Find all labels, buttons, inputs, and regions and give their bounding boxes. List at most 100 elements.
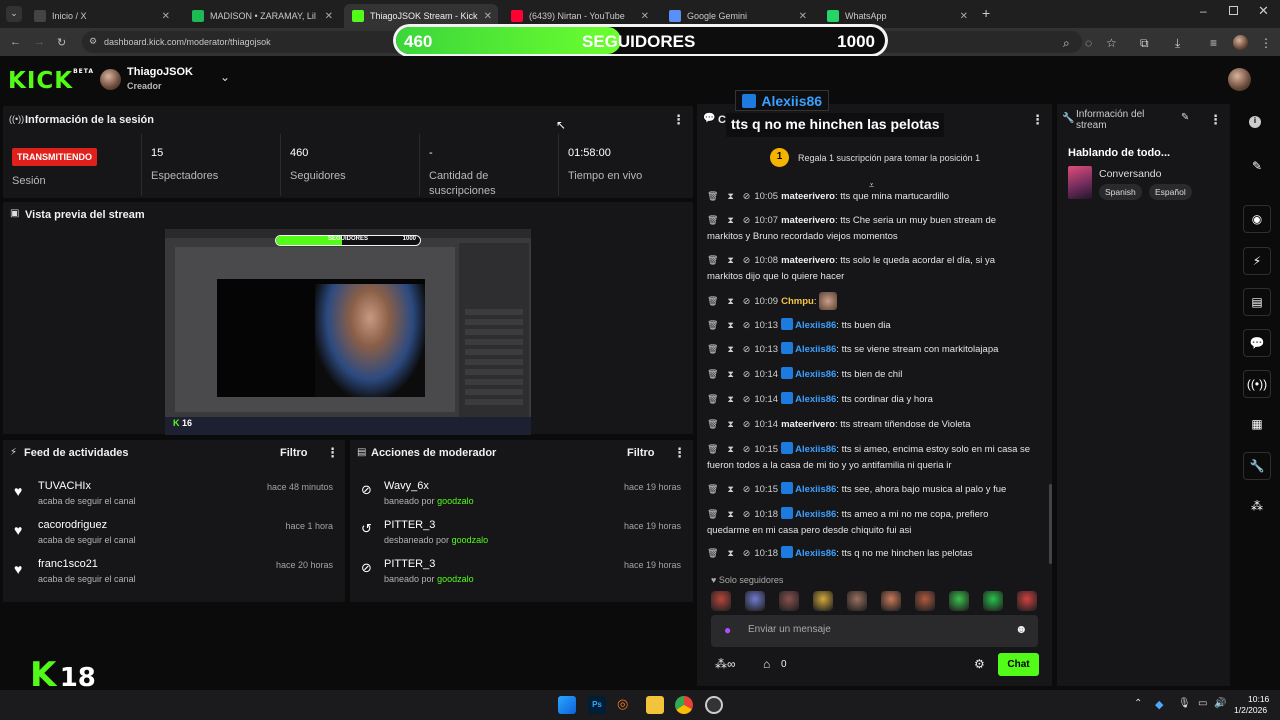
info-icon[interactable]: i xyxy=(1249,116,1261,128)
emote-button[interactable] xyxy=(1017,591,1037,611)
close-tab-icon[interactable]: ✕ xyxy=(325,11,333,22)
timeout-icon[interactable]: ⧗ xyxy=(727,296,733,306)
chat-username[interactable]: mateerivero xyxy=(781,419,835,430)
delete-icon[interactable]: 🗑 xyxy=(707,255,718,265)
mod-by-user[interactable]: goodzalo xyxy=(452,535,489,545)
category-name[interactable]: Conversando xyxy=(1099,168,1161,180)
session-menu-icon[interactable]: ⋮ xyxy=(672,112,685,128)
activity-user[interactable]: TUVACHIx xyxy=(38,480,91,492)
chat-username[interactable]: Alexiis86 xyxy=(795,320,836,331)
mod-by-user[interactable]: goodzalo xyxy=(437,574,474,584)
users-button[interactable]: ⁂ xyxy=(1243,493,1271,521)
chat-username[interactable]: Alexiis86 xyxy=(795,344,836,355)
ban-icon[interactable]: ⊘ xyxy=(743,369,751,379)
blender-icon[interactable]: ◎ xyxy=(617,696,635,714)
extensions-icon[interactable]: ⧉ xyxy=(1140,36,1149,51)
download-icon[interactable]: ⤓ xyxy=(1175,36,1180,51)
timeout-icon[interactable]: ⧗ xyxy=(727,509,733,519)
chat-username[interactable]: mateerivero xyxy=(781,191,835,202)
ban-icon[interactable]: ⊘ xyxy=(743,191,751,201)
start-icon[interactable] xyxy=(558,696,576,714)
timeout-icon[interactable]: ⧗ xyxy=(727,320,733,330)
ban-icon[interactable]: ⊘ xyxy=(743,394,751,404)
delete-icon[interactable]: 🗑 xyxy=(707,215,718,225)
chat-username[interactable]: Alexiis86 xyxy=(795,548,836,559)
delete-icon[interactable]: 🗑 xyxy=(707,444,718,454)
chat-username[interactable]: Alexiis86 xyxy=(795,484,836,495)
obs-icon[interactable] xyxy=(705,696,723,714)
emote-button[interactable] xyxy=(813,591,833,611)
delete-icon[interactable]: 🗑 xyxy=(707,484,718,494)
emoji-icon[interactable]: ☻ xyxy=(1015,622,1028,636)
ban-icon[interactable]: ⊘ xyxy=(743,484,751,494)
ban-icon[interactable]: ⊘ xyxy=(743,509,751,519)
ban-icon[interactable]: ⊘ xyxy=(743,296,751,306)
chat-scrollbar[interactable] xyxy=(1049,484,1052,564)
close-tab-icon[interactable]: ✕ xyxy=(960,11,968,22)
notes-button[interactable]: ▤ xyxy=(1243,288,1271,316)
chat-input[interactable]: ● Enviar un mensaje ☻ xyxy=(711,615,1038,647)
close-tab-icon[interactable]: ✕ xyxy=(162,11,170,22)
eye-off-icon[interactable]: ◌ xyxy=(1085,36,1092,50)
emote-button[interactable] xyxy=(847,591,867,611)
mod-menu-icon[interactable]: ⋮ xyxy=(673,445,686,461)
ban-icon[interactable]: ⊘ xyxy=(743,344,751,354)
mod-tools-button[interactable]: ▦ xyxy=(1243,411,1271,439)
camera-button[interactable]: ◉ xyxy=(1243,205,1271,233)
timeout-icon[interactable]: ⧗ xyxy=(727,484,733,494)
tab-search-icon[interactable]: ⌄ xyxy=(6,6,22,22)
quick-actions-button[interactable]: ⚡ xyxy=(1243,247,1271,275)
minimize-button[interactable]: – xyxy=(1200,4,1207,18)
stream-preview-video[interactable]: SEGUIDORES 1000 K 16 xyxy=(165,229,531,435)
tray-mic-icon[interactable]: 🎙 xyxy=(1178,698,1191,709)
chat-username[interactable]: mateerivero xyxy=(781,255,835,266)
creator-username[interactable]: ThiagoJSOK xyxy=(127,66,193,78)
chat-username[interactable]: Alexiis86 xyxy=(795,394,836,405)
timeout-icon[interactable]: ⧗ xyxy=(727,394,733,404)
delete-icon[interactable]: 🗑 xyxy=(707,191,718,201)
close-tab-icon[interactable]: ✕ xyxy=(799,11,807,22)
reload-icon[interactable]: ↻ xyxy=(57,36,66,49)
activity-user[interactable]: franc1sco21 xyxy=(38,558,98,570)
timeout-icon[interactable]: ⧗ xyxy=(727,444,733,454)
ban-icon[interactable]: ⊘ xyxy=(743,215,751,225)
edit-layout-button[interactable]: ✎ xyxy=(1243,153,1271,181)
close-tab-icon[interactable]: ✕ xyxy=(484,11,492,22)
broadcast-button[interactable]: ((•)) xyxy=(1243,370,1271,398)
ban-icon[interactable]: ⊘ xyxy=(743,419,751,429)
chat-username[interactable]: mateerivero xyxy=(781,215,835,226)
send-chat-button[interactable]: Chat xyxy=(998,653,1039,676)
forward-icon[interactable]: → xyxy=(34,36,45,48)
chevron-down-icon[interactable]: ⌄ xyxy=(220,70,230,84)
zoom-icon[interactable]: ⌕ xyxy=(1063,36,1070,51)
gift-sub-prompt[interactable]: Regala 1 suscripción para tomar la posic… xyxy=(798,153,980,163)
stream-info-menu-icon[interactable]: ⋮ xyxy=(1209,112,1222,128)
delete-icon[interactable]: 🗑 xyxy=(707,548,718,558)
star-icon[interactable]: ☆ xyxy=(1106,36,1117,50)
ban-icon[interactable]: ⊘ xyxy=(743,255,751,265)
media-icon[interactable]: ≡ xyxy=(1210,36,1217,50)
store-icon[interactable]: ⌂ xyxy=(763,657,770,671)
menu-icon[interactable]: ⋮ xyxy=(1260,36,1272,50)
delete-icon[interactable]: 🗑 xyxy=(707,369,718,379)
chat-settings-icon[interactable]: ⚙ xyxy=(974,657,985,671)
emote-button[interactable] xyxy=(983,591,1003,611)
timeout-icon[interactable]: ⧗ xyxy=(727,344,733,354)
clock-time[interactable]: 10:16 xyxy=(1248,694,1269,704)
settings-wrench-button[interactable]: 🔧 xyxy=(1243,452,1271,480)
emote-button[interactable] xyxy=(949,591,969,611)
mod-target-user[interactable]: Wavy_6x xyxy=(384,480,429,492)
browser-tab[interactable]: MADISON • ZARAMAY, Lil ✕ xyxy=(184,4,339,28)
delete-icon[interactable]: 🗑 xyxy=(707,344,718,354)
timeout-icon[interactable]: ⧗ xyxy=(727,419,733,429)
timeout-icon[interactable]: ⧗ xyxy=(727,255,733,265)
delete-icon[interactable]: 🗑 xyxy=(707,394,718,404)
emote-button[interactable] xyxy=(711,591,731,611)
mod-target-user[interactable]: PITTER_3 xyxy=(384,519,435,531)
close-tab-icon[interactable]: ✕ xyxy=(641,11,649,22)
tray-volume-icon[interactable]: 🔊 xyxy=(1214,698,1226,709)
edit-icon[interactable]: ✎ xyxy=(1181,112,1189,123)
tag-spanish[interactable]: Spanish xyxy=(1099,184,1142,200)
clock-date[interactable]: 1/2/2026 xyxy=(1234,705,1267,715)
tray-chevron-icon[interactable]: ⌃ xyxy=(1134,698,1142,709)
